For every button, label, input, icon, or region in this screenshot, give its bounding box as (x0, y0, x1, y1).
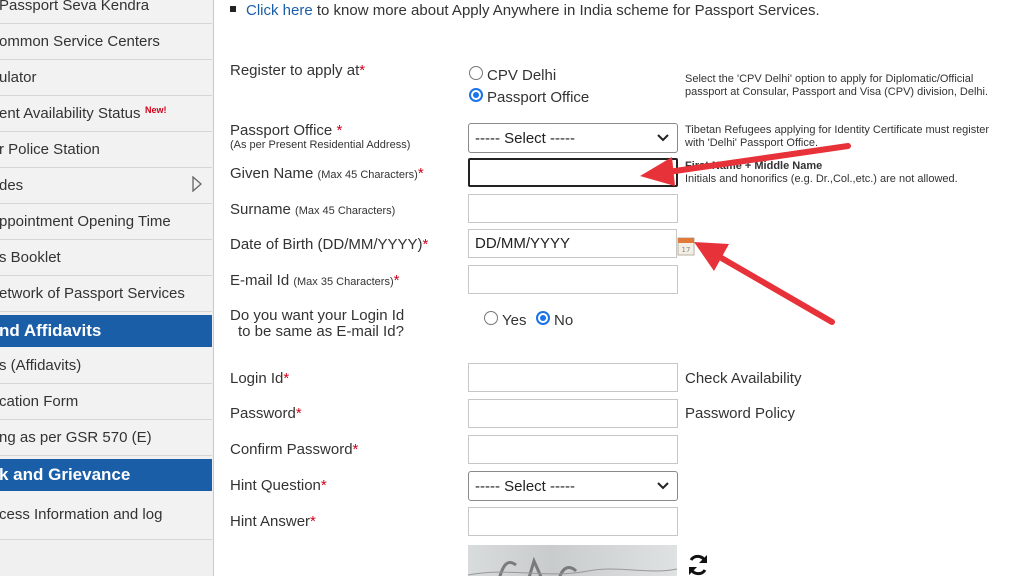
same-login-no-radio[interactable] (536, 311, 550, 325)
sidebar-heading-grievance: k and Grievance (0, 459, 212, 491)
passport-office-sub: (As per Present Residential Address) (230, 139, 411, 151)
sidebar-item-access-information[interactable]: cess Information and log (0, 492, 212, 540)
login-id-label: Login Id* (230, 370, 290, 387)
apply-anywhere-note: Click here to know more about Apply Anyw… (230, 2, 820, 19)
sidebar-item-label: s Booklet (0, 249, 61, 266)
sidebar-item-label: ng as per GSR 570 (E) (0, 429, 152, 446)
sidebar-item-gsr-570[interactable]: ng as per GSR 570 (E) (0, 420, 212, 456)
cpv-delhi-radio[interactable] (469, 66, 483, 80)
passport-office-radio[interactable] (469, 88, 483, 102)
sidebar-item-police-station[interactable]: r Police Station (0, 132, 212, 168)
registration-form: Click here to know more about Apply Anyw… (215, 0, 1024, 576)
surname-input[interactable] (468, 194, 678, 223)
sidebar-item-label: r Police Station (0, 141, 100, 158)
given-name-label: Given Name (Max 45 Characters)* (230, 165, 424, 182)
sidebar-item-appointment-opening-time[interactable]: ppointment Opening Time (0, 204, 212, 240)
same-login-yes-radio[interactable] (484, 311, 498, 325)
svg-text:17: 17 (682, 246, 691, 254)
same-login-no-label: No (554, 312, 574, 329)
chevron-down-icon (657, 134, 669, 142)
sidebar-item-application-form[interactable]: cation Form (0, 384, 212, 420)
sidebar-item-network-of-passport-services[interactable]: etwork of Passport Services (0, 276, 212, 312)
sidebar-item-label: s (Affidavits) (0, 357, 82, 374)
click-here-link[interactable]: Click here (246, 2, 313, 19)
passport-office-label: Passport Office * (230, 122, 343, 139)
hint-answer-input[interactable] (468, 507, 678, 536)
dob-input[interactable] (468, 229, 677, 258)
sidebar-item-label: cess Information and log (0, 506, 163, 523)
hint-question-select[interactable]: ----- Select ----- (468, 471, 678, 501)
sidebar-item-appointment-availability[interactable]: ent Availability Status New! (0, 96, 212, 132)
cpv-delhi-label: CPV Delhi (487, 67, 557, 84)
chevron-right-icon (192, 176, 202, 192)
sidebar-item-label: des (0, 177, 24, 194)
sidebar-heading-affidavits: nd Affidavits (0, 315, 212, 347)
same-login-label: Do you want your Login Id to be same as … (230, 307, 405, 340)
password-input[interactable] (468, 399, 678, 428)
sidebar-item-label: cation Form (0, 393, 79, 410)
email-input[interactable] (468, 265, 678, 294)
sidebar-item-label: ent Availability Status (0, 105, 141, 122)
login-id-input[interactable] (468, 363, 678, 392)
refresh-captcha-icon[interactable] (685, 552, 711, 576)
new-badge: New! (145, 105, 167, 115)
passport-office-select[interactable]: ----- Select ----- (468, 123, 678, 153)
register-label: Register to apply at* (230, 62, 366, 79)
apply-anywhere-text: to know more about Apply Anywhere in Ind… (312, 2, 820, 19)
hint-answer-label: Hint Answer* (230, 513, 316, 530)
sidebar-item-label: ommon Service Centers (0, 33, 160, 50)
sidebar-item-label: Passport Seva Kendra (0, 0, 150, 14)
confirm-password-label: Confirm Password* (230, 441, 359, 458)
bullet-icon (230, 6, 236, 13)
surname-label: Surname (Max 45 Characters) (230, 201, 396, 218)
hint-question-label: Hint Question* (230, 477, 327, 494)
sidebar-item-common-service-centers[interactable]: ommon Service Centers (0, 24, 212, 60)
password-policy-link[interactable]: Password Policy (685, 405, 795, 422)
sidebar-item-fee-calculator[interactable]: ulator (0, 60, 212, 96)
dob-label: Date of Birth (DD/MM/YYYY)* (230, 236, 429, 253)
confirm-password-input[interactable] (468, 435, 678, 464)
sidebar-item-label: ppointment Opening Time (0, 213, 171, 230)
sidebar-item-annexures-affidavits[interactable]: s (Affidavits) (0, 348, 212, 384)
captcha-noise-graphic (468, 556, 677, 576)
chevron-down-icon (657, 482, 669, 490)
check-availability-link[interactable]: Check Availability (685, 370, 801, 387)
sidebar-item-passport-seva-kendra[interactable]: Passport Seva Kendra (0, 0, 212, 24)
captcha-image (468, 545, 677, 576)
passport-office-radio-label: Passport Office (487, 89, 590, 106)
same-login-yes-label: Yes (502, 312, 527, 329)
password-label: Password* (230, 405, 302, 422)
cpv-delhi-note: Select the 'CPV Delhi' option to apply f… (685, 73, 989, 98)
email-label: E-mail Id (Max 35 Characters)* (230, 272, 400, 289)
sidebar-item-label: etwork of Passport Services (0, 285, 185, 302)
sidebar-item-instructions-booklet[interactable]: s Booklet (0, 240, 212, 276)
sidebar: Passport Seva Kendra ommon Service Cente… (0, 0, 214, 576)
given-name-input[interactable] (468, 158, 678, 187)
calendar-icon[interactable]: 17 (677, 236, 695, 256)
tibetan-refugees-note: Tibetan Refugees applying for Identity C… (685, 124, 990, 149)
sidebar-item-label: ulator (0, 69, 37, 86)
sidebar-item-guides[interactable]: des (0, 168, 212, 204)
given-name-note: First Name + Middle Name Initials and ho… (685, 160, 958, 185)
